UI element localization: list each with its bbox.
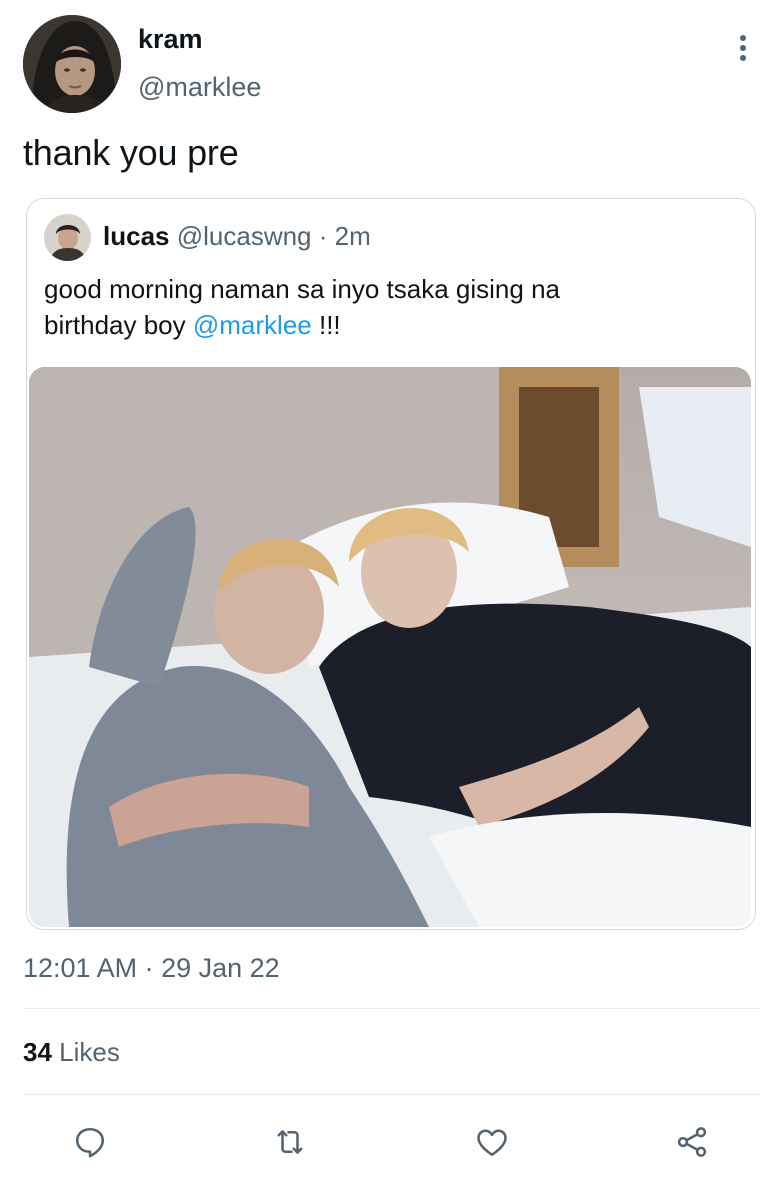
reply-icon xyxy=(75,1127,105,1158)
quoted-author-avatar xyxy=(44,214,91,261)
quoted-text-line-2: birthday boy @marklee !!! xyxy=(44,307,724,343)
like-button[interactable] xyxy=(470,1120,514,1164)
author-display-name[interactable]: kram xyxy=(138,24,203,55)
more-vertical-icon xyxy=(740,35,746,61)
divider-top xyxy=(23,1008,761,1009)
more-options-button[interactable] xyxy=(728,30,758,66)
share-button[interactable] xyxy=(670,1120,714,1164)
heart-icon xyxy=(477,1129,507,1157)
author-handle[interactable]: @marklee xyxy=(138,72,261,103)
divider-bottom xyxy=(23,1094,761,1095)
quoted-text-suffix: !!! xyxy=(311,310,341,340)
quoted-separator: · xyxy=(318,221,328,251)
quoted-display-name: lucas xyxy=(103,221,170,251)
tweet-timestamp[interactable]: 12:01 AM · 29 Jan 22 xyxy=(23,953,280,984)
likes-count: 34 xyxy=(23,1037,52,1067)
tweet-text: thank you pre xyxy=(23,132,239,173)
tweet: kram @marklee thank you pre lucas @lucas… xyxy=(0,0,784,1200)
quoted-tweet[interactable]: lucas @lucaswng · 2m good morning naman … xyxy=(26,198,756,930)
share-icon xyxy=(677,1127,707,1157)
quoted-tweet-media[interactable] xyxy=(29,367,751,927)
likes-label: Likes xyxy=(51,1037,120,1067)
author-avatar-image xyxy=(23,15,121,113)
retweet-button[interactable] xyxy=(268,1120,312,1164)
quoted-handle: @lucaswng xyxy=(176,221,312,251)
quoted-time-ago: 2m xyxy=(334,221,371,251)
quoted-author-avatar-image xyxy=(44,214,91,261)
quoted-text-line-1: good morning naman sa inyo tsaka gising … xyxy=(44,274,560,304)
bottom-edge xyxy=(0,1188,784,1200)
quoted-tweet-header: lucas @lucaswng · 2m xyxy=(103,221,371,252)
reply-button[interactable] xyxy=(68,1120,112,1164)
mention-link[interactable]: @marklee xyxy=(193,310,312,340)
quoted-tweet-text: good morning naman sa inyo tsaka gising … xyxy=(44,271,724,343)
photo-image xyxy=(29,367,751,927)
quoted-text-prefix: birthday boy xyxy=(44,310,193,340)
author-avatar[interactable] xyxy=(23,15,121,113)
likes-stat[interactable]: 34 Likes xyxy=(23,1037,120,1068)
retweet-icon xyxy=(277,1130,303,1154)
